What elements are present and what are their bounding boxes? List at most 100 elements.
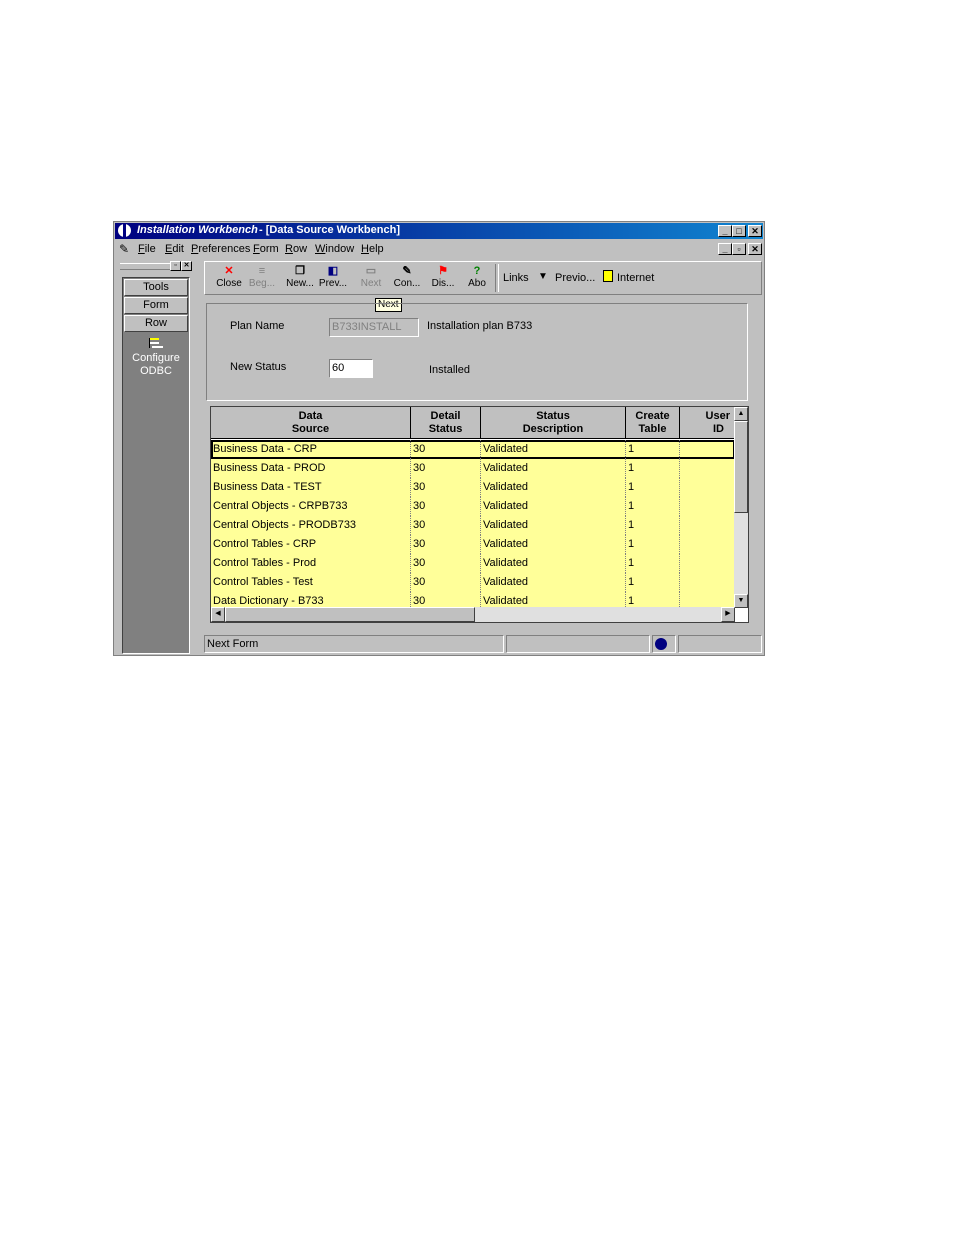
title-bar[interactable]: Installation Workbench - [Data Source Wo… — [115, 223, 763, 239]
minimize-button[interactable]: _ — [718, 225, 732, 237]
cell-data-source[interactable]: Central Objects - PRODB733 — [211, 516, 411, 535]
cell-detail-status[interactable]: 30 — [411, 459, 481, 478]
cell-user-id[interactable] — [680, 478, 735, 497]
cell-create-table[interactable]: 1 — [626, 497, 680, 516]
cell-user-id[interactable] — [680, 554, 735, 573]
new-status-field[interactable]: 60 — [329, 359, 373, 378]
cell-user-id[interactable] — [680, 535, 735, 554]
row-exit-button[interactable]: Row — [124, 315, 188, 332]
document-pencil-icon[interactable]: ✎ — [119, 242, 129, 256]
status-panel-empty — [506, 635, 650, 653]
links-menu[interactable]: Links — [503, 272, 529, 284]
sidebar-grip[interactable] — [120, 263, 170, 270]
next-button[interactable]: ▭ Next — [355, 264, 387, 294]
begin-button[interactable]: ≡ Beg... — [246, 264, 278, 294]
column-header-status-description[interactable]: Status Description — [481, 407, 626, 439]
cell-user-id[interactable] — [680, 516, 735, 535]
child-minimize-button[interactable]: _ — [718, 243, 732, 255]
tools-button[interactable]: Tools — [124, 279, 188, 296]
horizontal-scrollbar[interactable]: ◀ ▶ — [211, 607, 735, 622]
cell-create-table[interactable]: 1 — [626, 554, 680, 573]
app-title: Installation Workbench — [137, 224, 258, 236]
cell-create-table[interactable]: 1 — [626, 459, 680, 478]
cell-status-description[interactable]: Validated — [481, 573, 626, 592]
scroll-down-icon[interactable]: ▼ — [734, 594, 748, 608]
menu-window[interactable]: Window — [315, 243, 354, 255]
column-header-data-source[interactable]: Data Source — [211, 407, 411, 439]
menu-file[interactable]: File — [138, 243, 156, 255]
sidebar-restore-button[interactable]: ▫ — [170, 261, 181, 271]
cell-status-description[interactable]: Validated — [481, 459, 626, 478]
vertical-scrollbar[interactable]: ▲ ▼ — [734, 407, 748, 608]
scroll-up-icon[interactable]: ▲ — [734, 407, 748, 421]
menu-form[interactable]: Form — [253, 243, 279, 255]
cell-user-id[interactable] — [680, 497, 735, 516]
cell-detail-status[interactable]: 30 — [411, 535, 481, 554]
connect-button[interactable]: ✎ Con... — [391, 264, 423, 294]
table-row[interactable]: Central Objects - CRPB733 30 Validated 1 — [211, 497, 735, 516]
cell-detail-status[interactable]: 30 — [411, 497, 481, 516]
table-row[interactable]: Business Data - CRP 30 Validated 1 — [211, 440, 735, 459]
menu-row[interactable]: Row — [285, 243, 307, 255]
vertical-scroll-thumb[interactable] — [734, 421, 748, 513]
cell-status-description[interactable]: Validated — [481, 535, 626, 554]
cell-status-description[interactable]: Validated — [481, 478, 626, 497]
cell-user-id[interactable] — [680, 440, 735, 459]
cell-create-table[interactable]: 1 — [626, 535, 680, 554]
horizontal-scroll-thumb[interactable] — [225, 607, 475, 622]
close-window-button[interactable]: ✕ — [748, 225, 762, 237]
cell-create-table[interactable]: 1 — [626, 516, 680, 535]
cell-create-table[interactable]: 1 — [626, 440, 680, 459]
cell-status-description[interactable]: Validated — [481, 497, 626, 516]
cell-data-source[interactable]: Control Tables - Test — [211, 573, 411, 592]
cell-data-source[interactable]: Central Objects - CRPB733 — [211, 497, 411, 516]
child-restore-button[interactable]: ▫ — [732, 243, 746, 255]
form-exit-button[interactable]: Form — [124, 297, 188, 314]
app-globe-icon — [118, 224, 131, 237]
display-button[interactable]: ⚑ Dis... — [427, 264, 459, 294]
table-row[interactable]: Control Tables - Prod 30 Validated 1 — [211, 554, 735, 573]
previous-form-link[interactable]: Previo... — [555, 272, 595, 284]
cell-data-source[interactable]: Business Data - PROD — [211, 459, 411, 478]
sidebar-close-button[interactable]: ✕ — [181, 261, 192, 271]
scroll-left-icon[interactable]: ◀ — [211, 607, 225, 622]
internet-link[interactable]: Internet — [617, 272, 654, 284]
menu-help[interactable]: Help — [361, 243, 384, 255]
column-header-detail-status[interactable]: Detail Status — [411, 407, 481, 439]
menu-preferences[interactable]: Preferences — [191, 243, 250, 255]
cell-detail-status[interactable]: 30 — [411, 573, 481, 592]
cell-create-table[interactable]: 1 — [626, 478, 680, 497]
cell-data-source[interactable]: Business Data - CRP — [211, 440, 411, 459]
previous-button[interactable]: ◧ Prev... — [317, 264, 349, 294]
menu-edit[interactable]: Edit — [165, 243, 184, 255]
dropdown-arrow-icon[interactable]: ▼ — [538, 271, 548, 282]
table-row[interactable]: Control Tables - Test 30 Validated 1 — [211, 573, 735, 592]
table-row[interactable]: Control Tables - CRP 30 Validated 1 — [211, 535, 735, 554]
cell-data-source[interactable]: Business Data - TEST — [211, 478, 411, 497]
cell-data-source[interactable]: Control Tables - CRP — [211, 535, 411, 554]
cell-status-description[interactable]: Validated — [481, 440, 626, 459]
configure-odbc-exit[interactable]: Configure ODBC — [123, 338, 189, 378]
cell-detail-status[interactable]: 30 — [411, 516, 481, 535]
cell-user-id[interactable] — [680, 459, 735, 478]
cell-data-source[interactable]: Control Tables - Prod — [211, 554, 411, 573]
table-row[interactable]: Business Data - TEST 30 Validated 1 — [211, 478, 735, 497]
maximize-button[interactable]: □ — [732, 225, 746, 237]
cell-status-description[interactable]: Validated — [481, 554, 626, 573]
cell-detail-status[interactable]: 30 — [411, 440, 481, 459]
about-button[interactable]: ? Abo — [461, 264, 493, 294]
cell-status-description[interactable]: Validated — [481, 516, 626, 535]
column-header-user-id[interactable]: User ID — [680, 407, 736, 439]
cell-detail-status[interactable]: 30 — [411, 554, 481, 573]
table-row[interactable]: Central Objects - PRODB733 30 Validated 1 — [211, 516, 735, 535]
column-header-create-table[interactable]: Create Table — [626, 407, 680, 439]
child-close-button[interactable]: ✕ — [748, 243, 762, 255]
cell-create-table[interactable]: 1 — [626, 573, 680, 592]
cell-detail-status[interactable]: 30 — [411, 478, 481, 497]
cell-user-id[interactable] — [680, 573, 735, 592]
new-button[interactable]: ❐ New... — [284, 264, 316, 294]
header-line: Status — [428, 423, 463, 435]
scroll-right-icon[interactable]: ▶ — [721, 607, 735, 622]
close-button[interactable]: ✕ Close — [213, 264, 245, 294]
table-row[interactable]: Business Data - PROD 30 Validated 1 — [211, 459, 735, 478]
